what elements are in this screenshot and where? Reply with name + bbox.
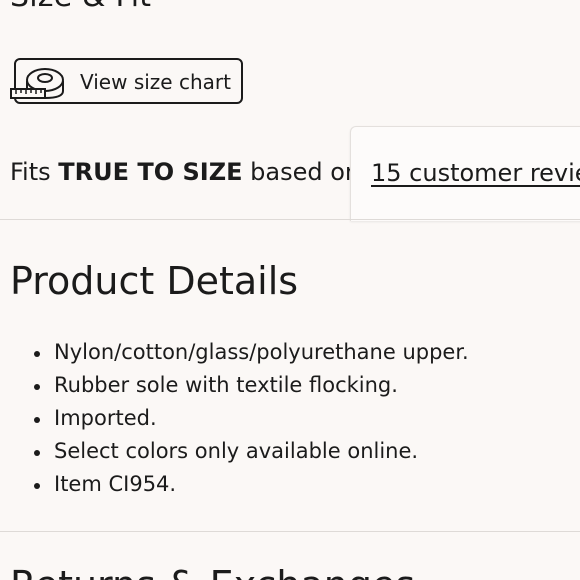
- list-item: Select colors only available online.: [34, 435, 469, 468]
- customer-reviews-link[interactable]: 15 customer reviews: [371, 157, 580, 189]
- returns-exchanges-heading[interactable]: Returns & Exchanges: [10, 562, 415, 580]
- fit-suffix: based on: [242, 158, 361, 186]
- view-size-chart-label: View size chart: [80, 70, 231, 94]
- product-info-page: Size & Fit View size chart Fits TRUE TO …: [0, 0, 580, 580]
- size-fit-heading: Size & Fit: [10, 0, 151, 12]
- product-details-list: Nylon/cotton/glass/polyurethane upper. R…: [34, 336, 469, 501]
- list-item: Nylon/cotton/glass/polyurethane upper.: [34, 336, 469, 369]
- section-divider: [0, 219, 580, 220]
- fit-summary: Fits TRUE TO SIZE based on: [10, 156, 360, 188]
- fit-value: TRUE TO SIZE: [58, 158, 243, 186]
- view-size-chart-button[interactable]: View size chart: [10, 58, 243, 104]
- list-item: Imported.: [34, 402, 469, 435]
- list-item: Item CI954.: [34, 468, 469, 501]
- fit-prefix: Fits: [10, 158, 59, 186]
- measuring-tape-icon: [10, 68, 64, 100]
- list-item: Rubber sole with textile flocking.: [34, 369, 469, 402]
- product-details-heading: Product Details: [10, 259, 299, 303]
- reviews-link-box[interactable]: 15 customer reviews: [350, 126, 580, 221]
- section-divider: [0, 531, 580, 532]
